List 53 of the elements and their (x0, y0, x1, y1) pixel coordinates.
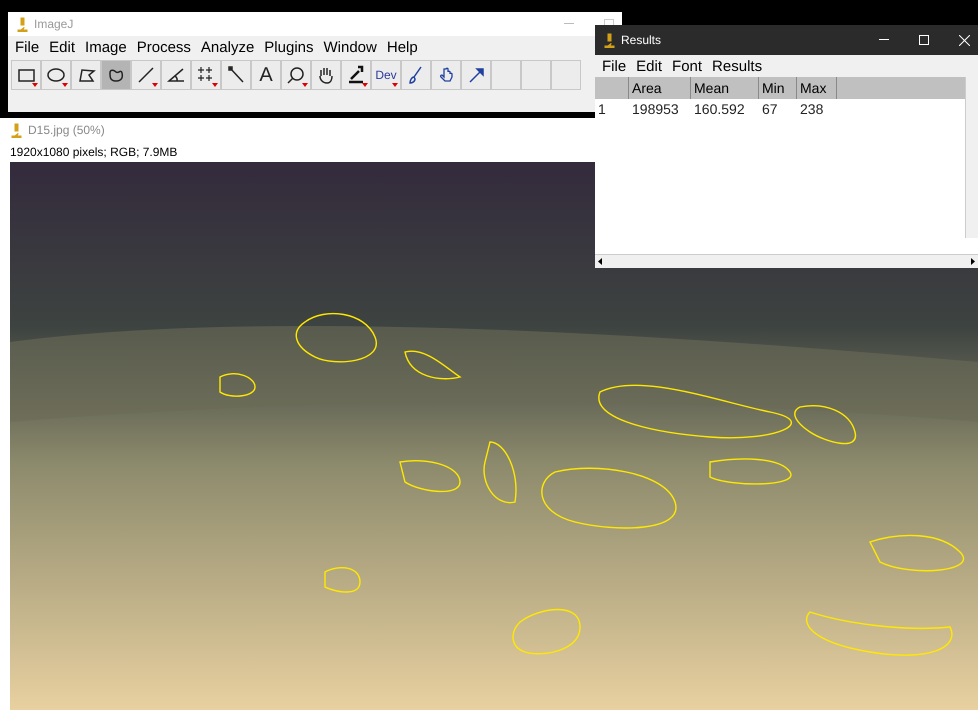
microscope-icon (603, 32, 615, 48)
menu-item[interactable]: Edit (44, 38, 80, 56)
tool-button[interactable] (131, 60, 161, 90)
menu-item[interactable]: Help (382, 38, 423, 56)
column-header[interactable]: Max (797, 77, 837, 99)
minimize-icon[interactable] (879, 39, 889, 41)
menu-item[interactable]: Analyze (196, 38, 260, 56)
tool-button[interactable] (191, 60, 221, 90)
window-title: D15.jpg (50%) (28, 123, 105, 137)
tool-button[interactable] (311, 60, 341, 90)
microscope-icon (16, 16, 28, 32)
window-title: ImageJ (34, 17, 74, 31)
tool-button[interactable] (431, 60, 461, 90)
tool-button[interactable]: Dev (371, 60, 401, 90)
menu-item[interactable]: File (10, 38, 44, 56)
tool-button[interactable]: A (251, 60, 281, 90)
column-header[interactable]: Area (629, 77, 691, 99)
table-cell-text: 67 (761, 100, 779, 119)
menu-item[interactable]: File (597, 58, 632, 74)
close-icon[interactable] (959, 34, 970, 46)
tool-button[interactable] (161, 60, 191, 90)
column-header[interactable]: Min (759, 77, 797, 99)
table-cell-text: 198953 (631, 100, 680, 119)
tool-button[interactable] (281, 60, 311, 90)
horizontal-scrollbar[interactable] (595, 254, 978, 268)
tool-button[interactable] (341, 60, 371, 90)
menu-item[interactable]: Edit (631, 58, 668, 74)
table-cell-text: 160.592 (693, 100, 746, 119)
menu-item[interactable]: Image (80, 38, 132, 56)
tool-button[interactable] (221, 60, 251, 90)
scroll-left-icon[interactable] (598, 258, 602, 265)
magnifier-icon (286, 65, 306, 85)
menu-item[interactable]: Font (667, 58, 708, 74)
tool-button[interactable] (71, 60, 101, 90)
menu-item[interactable]: Results (707, 58, 768, 74)
microscope-icon (10, 122, 22, 138)
wand-icon (226, 65, 246, 85)
image-info: 1920x1080 pixels; RGB; 7.9MB (10, 145, 178, 159)
column-header[interactable]: Mean (691, 77, 759, 99)
menu-item[interactable]: Plugins (259, 38, 318, 56)
tool-button[interactable] (401, 60, 431, 90)
scroll-right-icon[interactable] (971, 258, 975, 265)
tool-button[interactable] (101, 60, 131, 90)
vertical-scrollbar[interactable] (965, 77, 978, 238)
table-cell-text: 238 (799, 100, 824, 119)
menu-item[interactable]: Process (132, 38, 196, 56)
menu-item[interactable]: Window (318, 38, 382, 56)
row-number: 1 (597, 100, 607, 119)
window-title: Results (621, 33, 662, 47)
tool-button[interactable] (461, 60, 491, 90)
line-icon (136, 65, 156, 85)
tool-button[interactable] (11, 60, 41, 90)
tool-button[interactable] (41, 60, 71, 90)
